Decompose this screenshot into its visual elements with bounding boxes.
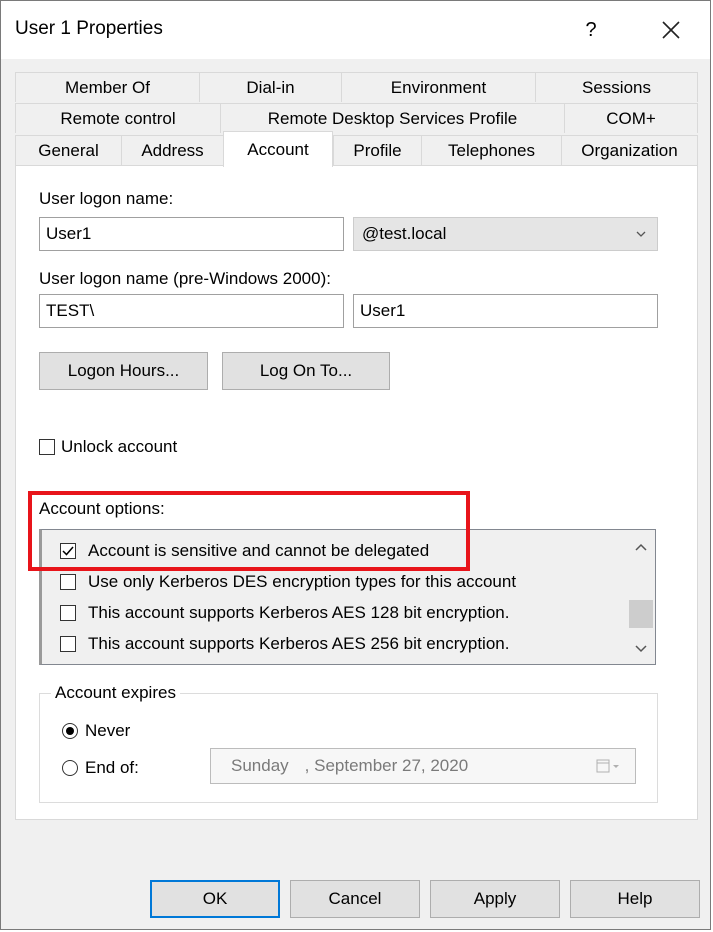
tab-address[interactable]: Address [121, 135, 223, 165]
options-scrollbar[interactable] [627, 530, 655, 664]
scrollbar-thumb[interactable] [629, 600, 653, 628]
option-label: Use only Kerberos DES encryption types f… [88, 572, 517, 591]
chevron-up-icon[interactable] [627, 534, 655, 560]
never-radio[interactable] [62, 723, 78, 739]
logon-hours-button[interactable]: Logon Hours... [39, 352, 208, 390]
cancel-button[interactable]: Cancel [290, 880, 420, 918]
tab-member-of[interactable]: Member Of [15, 72, 199, 102]
tab-organization[interactable]: Organization [561, 135, 698, 165]
tab-com-plus[interactable]: COM+ [564, 103, 698, 133]
tab-account[interactable]: Account [223, 131, 333, 167]
unlock-account-label: Unlock account [61, 437, 178, 456]
close-button[interactable] [641, 1, 701, 59]
option-checkbox-aes256[interactable] [60, 636, 76, 652]
option-checkbox-des[interactable] [60, 574, 76, 590]
window-title: User 1 Properties [15, 18, 163, 39]
expiry-date-picker: Sunday , September 27, 2020 [210, 748, 636, 784]
pre2000-domain-field: TEST\ [39, 294, 344, 328]
close-icon [662, 21, 680, 39]
end-of-radio[interactable] [62, 760, 78, 776]
tab-sessions[interactable]: Sessions [535, 72, 698, 102]
tab-rds-profile[interactable]: Remote Desktop Services Profile [220, 103, 564, 133]
unlock-account-checkbox[interactable] [39, 439, 55, 455]
pre2000-label: User logon name (pre-Windows 2000): [39, 269, 331, 288]
tab-general[interactable]: General [15, 135, 121, 165]
domain-suffix-select[interactable]: @test.local [353, 217, 658, 251]
help-title-button[interactable]: ? [561, 1, 621, 59]
pre2000-username-input[interactable]: User1 [353, 294, 658, 328]
apply-button[interactable]: Apply [430, 880, 560, 918]
help-button[interactable]: Help [570, 880, 700, 918]
log-on-to-button[interactable]: Log On To... [222, 352, 390, 390]
ok-button[interactable]: OK [150, 880, 280, 918]
list-item[interactable]: This account supports Kerberos AES 128 b… [60, 602, 620, 626]
option-label: This account supports Kerberos AES 256 b… [88, 634, 510, 653]
chevron-down-icon[interactable] [627, 636, 655, 662]
tab-environment[interactable]: Environment [341, 72, 535, 102]
chevron-down-icon [635, 218, 647, 261]
list-item[interactable]: This account supports Kerberos AES 256 b… [60, 633, 620, 657]
logon-name-label: User logon name: [39, 189, 174, 208]
list-item[interactable]: Use only Kerberos DES encryption types f… [60, 571, 620, 595]
end-of-label: End of: [85, 758, 139, 777]
option-label: This account supports Kerberos AES 128 b… [88, 603, 510, 622]
calendar-icon [595, 749, 621, 795]
tab-profile[interactable]: Profile [333, 135, 421, 165]
tab-telephones[interactable]: Telephones [421, 135, 561, 165]
never-label: Never [85, 721, 131, 740]
account-expires-label: Account expires [51, 683, 180, 703]
title-bar: User 1 Properties ? [1, 1, 710, 59]
logon-name-input[interactable]: User1 [39, 217, 344, 251]
tab-remote-control[interactable]: Remote control [15, 103, 220, 133]
date-rest: , September 27, 2020 [304, 756, 469, 775]
date-day: Sunday [231, 756, 289, 775]
properties-window: User 1 Properties ? Member Of Dial-in En… [0, 0, 711, 930]
option-checkbox-aes128[interactable] [60, 605, 76, 621]
red-highlight-box [28, 491, 470, 571]
tab-dial-in[interactable]: Dial-in [199, 72, 341, 102]
